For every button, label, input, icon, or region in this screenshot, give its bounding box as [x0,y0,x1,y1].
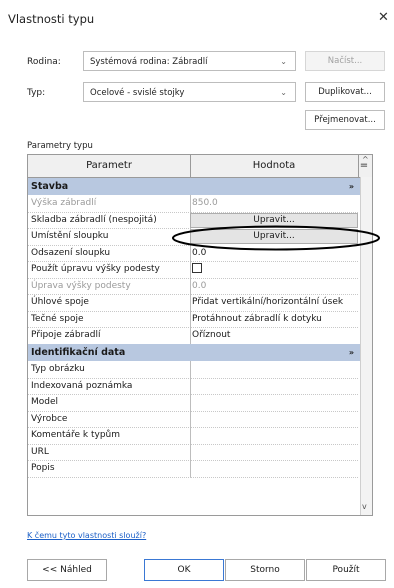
param-value: 850.0 [190,195,358,213]
param-name: Popis [28,460,191,478]
param-row: URL [28,443,360,461]
rename-button[interactable]: Přejmenovat... [305,110,385,130]
param-name: Úprava výšky podesty [28,277,191,295]
param-name: Skladba zábradlí (nespojitá) [28,211,191,229]
param-row: Použít úpravu výšky podesty [28,261,360,279]
grid-header: Parametr Hodnota = [28,155,372,178]
param-value[interactable] [190,444,358,461]
param-value[interactable] [190,378,358,395]
param-name: Tečné spoje [28,310,191,328]
scroll-up-icon[interactable]: ^ [362,155,369,164]
param-row: Komentáře k typům [28,427,360,445]
param-name: Indexovaná poznámka [28,377,191,395]
chevron-down-icon: ⌄ [280,57,287,66]
type-select[interactable]: Ocelové - svislé stojky ⌄ [83,82,296,102]
param-value[interactable] [190,411,358,428]
load-button[interactable]: Načíst... [305,51,385,71]
param-row: Indexovaná poznámka [28,377,360,395]
param-row: Popis [28,460,360,478]
collapse-icon[interactable]: » [349,344,354,361]
param-value[interactable] [190,460,358,478]
param-row: Model [28,394,360,412]
section-title: Stavba [31,181,69,192]
param-name: Umístění sloupku [28,228,191,246]
window-title: Vlastnosti typu [8,12,95,26]
close-icon[interactable]: ✕ [378,10,389,25]
param-name: Model [28,394,191,412]
apply-button[interactable]: Použít [306,559,386,581]
param-row: Výrobce [28,410,360,428]
param-name: Výška zábradlí [28,195,191,213]
param-name: Typ obrázku [28,361,191,379]
preview-button[interactable]: << Náhled [27,559,107,581]
param-value[interactable]: Oříznout [190,327,358,345]
section-construction[interactable]: Stavba » [28,178,360,195]
highlight-ellipse [172,225,380,251]
param-value[interactable] [190,394,358,412]
param-name: Odsazení sloupku [28,244,191,262]
section-identity-data[interactable]: Identifikační data » [28,344,360,361]
param-row: Úhlové spoje Přidat vertikální/horizontá… [28,294,360,312]
type-label: Typ: [27,88,46,98]
type-parameters-grid: Parametr Hodnota = Stavba » Výška zábrad… [27,154,373,516]
param-value[interactable] [190,361,358,379]
param-row: Úprava výšky podesty 0.0 [28,277,360,295]
type-params-label: Parametry typu [27,141,93,151]
collapse-icon[interactable]: » [349,178,354,195]
type-value: Ocelové - svislé stojky [90,88,185,98]
chevron-down-icon: ⌄ [280,88,287,97]
family-value: Systémová rodina: Zábradlí [90,57,208,67]
param-name: URL [28,443,191,461]
param-name: Připoje zábradlí [28,327,191,345]
param-row: Výška zábradlí 850.0 [28,195,360,213]
param-value: 0.0 [190,278,358,295]
family-label: Rodina: [27,57,61,67]
param-value[interactable]: Přidat vertikální/horizontální úsek [190,294,358,312]
column-header-parameter[interactable]: Parametr [28,155,191,177]
param-name: Použít úpravu výšky podesty [28,261,191,279]
param-value[interactable]: Protáhnout zábradlí k dotyku [190,311,358,328]
scroll-down-icon[interactable]: v [362,502,367,511]
param-value[interactable] [190,427,358,445]
param-row: Připoje zábradlí Oříznout [28,327,360,345]
param-row: Tečné spoje Protáhnout zábradlí k dotyku [28,310,360,328]
param-row: Typ obrázku [28,361,360,379]
cancel-button[interactable]: Storno [225,559,305,581]
help-link[interactable]: K čemu tyto vlastnosti slouží? [27,531,146,540]
column-header-value[interactable]: Hodnota [190,155,359,177]
param-name: Výrobce [28,410,191,428]
duplicate-button[interactable]: Duplikovat... [305,82,385,102]
use-landing-height-checkbox[interactable] [192,263,202,273]
param-name: Komentáře k typům [28,427,191,445]
section-title: Identifikační data [31,347,126,358]
ok-button[interactable]: OK [144,559,224,581]
param-name: Úhlové spoje [28,294,191,312]
family-select[interactable]: Systémová rodina: Zábradlí ⌄ [83,51,296,71]
param-value [190,261,358,279]
